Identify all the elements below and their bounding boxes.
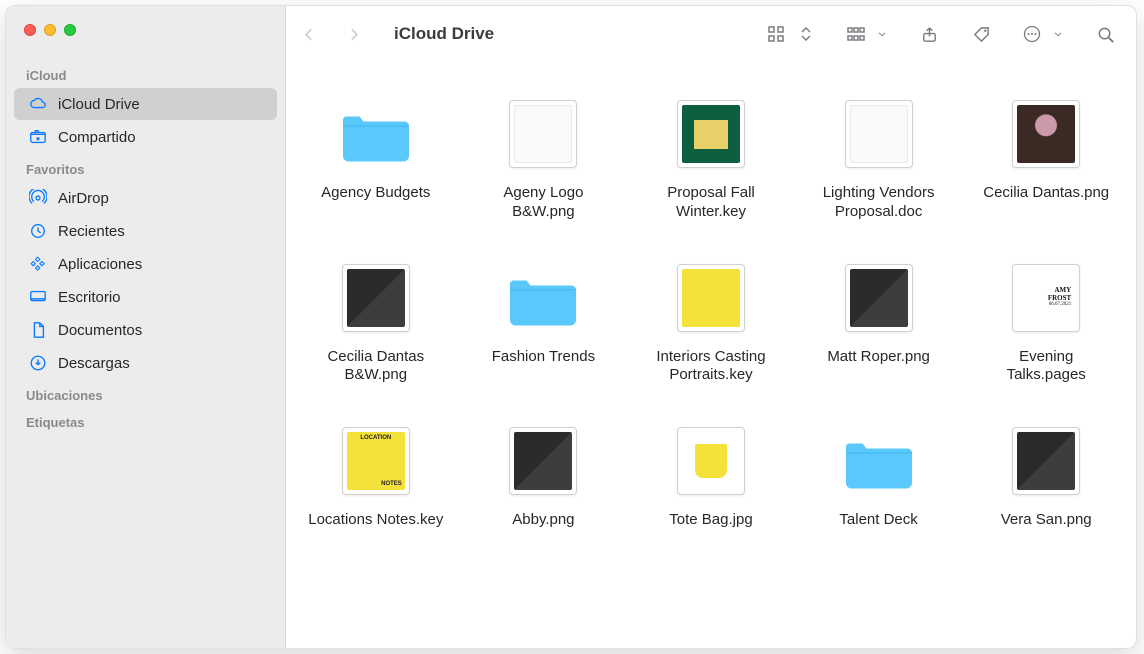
file-item[interactable]: Vera San.png xyxy=(978,419,1114,530)
file-item[interactable]: Lighting Vendors Proposal.doc xyxy=(811,92,947,222)
file-name: Vera San.png xyxy=(1001,511,1092,530)
sidebar-item-label: Descargas xyxy=(58,355,130,372)
documents-icon xyxy=(28,320,48,340)
file-item[interactable]: Abby.png xyxy=(476,419,612,530)
file-name: Proposal Fall Winter.key xyxy=(643,184,779,222)
sidebar-item-aplicaciones[interactable]: Aplicaciones xyxy=(14,248,277,280)
file-name: Fashion Trends xyxy=(492,348,595,367)
file-name: Matt Roper.png xyxy=(827,348,930,367)
folder-icon xyxy=(501,256,585,340)
file-thumbnail xyxy=(837,256,921,340)
downloads-icon xyxy=(28,353,48,373)
file-thumbnail xyxy=(669,256,753,340)
file-thumbnail xyxy=(1004,419,1088,503)
sidebar-item-documentos[interactable]: Documentos xyxy=(14,314,277,346)
file-thumbnail xyxy=(1004,92,1088,176)
file-item[interactable]: LOCATIONNOTES Locations Notes.key xyxy=(308,419,444,530)
updown-icon xyxy=(796,24,816,44)
file-item[interactable]: AMYFROST06.07.2021 Evening Talks.pages xyxy=(978,256,1114,386)
chevron-down-icon xyxy=(876,24,888,44)
sidebar-heading: Etiquetas xyxy=(6,407,285,434)
more-actions-button[interactable] xyxy=(1022,24,1064,44)
chevron-down-icon xyxy=(1052,24,1064,44)
file-item[interactable]: Ageny Logo B&W.png xyxy=(476,92,612,222)
shared-folder-icon xyxy=(28,127,48,147)
search-button[interactable] xyxy=(1094,23,1116,45)
finder-window: iCloud iCloud Drive Compartido Favoritos Air… xyxy=(5,5,1137,649)
group-by-button[interactable] xyxy=(846,24,888,44)
sidebar-item-compartido[interactable]: Compartido xyxy=(14,121,277,153)
file-grid-scroll[interactable]: Agency Budgets Ageny Logo B&W.png Proposal… xyxy=(286,62,1136,648)
desktop-icon xyxy=(28,287,48,307)
file-item[interactable]: Cecilia Dantas B&W.png xyxy=(308,256,444,386)
group-view-icon xyxy=(846,24,866,44)
file-name: Cecilia Dantas B&W.png xyxy=(308,348,444,386)
file-thumbnail xyxy=(837,92,921,176)
file-name: Lighting Vendors Proposal.doc xyxy=(811,184,947,222)
sidebar-item-label: AirDrop xyxy=(58,190,109,207)
tags-button[interactable] xyxy=(970,23,992,45)
file-thumbnail xyxy=(669,92,753,176)
sidebar-item-descargas[interactable]: Descargas xyxy=(14,347,277,379)
file-name: Locations Notes.key xyxy=(308,511,443,530)
file-name: Evening Talks.pages xyxy=(978,348,1114,386)
file-item[interactable]: Talent Deck xyxy=(811,419,947,530)
file-thumbnail xyxy=(501,92,585,176)
file-name: Agency Budgets xyxy=(321,184,430,203)
sidebar: iCloud iCloud Drive Compartido Favoritos Air… xyxy=(6,6,286,648)
file-name: Interiors Casting Portraits.key xyxy=(643,348,779,386)
folder-icon xyxy=(837,419,921,503)
file-thumbnail xyxy=(334,256,418,340)
cloud-icon xyxy=(28,94,48,114)
sidebar-item-label: Compartido xyxy=(58,129,136,146)
file-grid: Agency Budgets Ageny Logo B&W.png Proposal… xyxy=(308,92,1114,530)
sidebar-item-icloud-drive[interactable]: iCloud Drive xyxy=(14,88,277,120)
view-mode-switcher[interactable] xyxy=(766,24,816,44)
content-pane: iCloud Drive xyxy=(286,6,1136,648)
page-title: iCloud Drive xyxy=(394,24,494,44)
file-item[interactable]: Agency Budgets xyxy=(308,92,444,222)
file-item[interactable]: Cecilia Dantas.png xyxy=(978,92,1114,222)
file-thumbnail: LOCATIONNOTES xyxy=(334,419,418,503)
sidebar-item-airdrop[interactable]: AirDrop xyxy=(14,182,277,214)
sidebar-item-label: Documentos xyxy=(58,322,142,339)
sidebar-heading: iCloud xyxy=(6,60,285,87)
file-name: Abby.png xyxy=(512,511,574,530)
back-button[interactable] xyxy=(298,23,320,45)
sidebar-item-label: Recientes xyxy=(58,223,125,240)
sidebar-item-recientes[interactable]: Recientes xyxy=(14,215,277,247)
sidebar-item-label: Escritorio xyxy=(58,289,121,306)
file-thumbnail xyxy=(669,419,753,503)
file-name: Cecilia Dantas.png xyxy=(983,184,1109,203)
sidebar-heading: Favoritos xyxy=(6,154,285,181)
window-controls xyxy=(6,10,285,60)
close-window-button[interactable] xyxy=(24,24,36,36)
zoom-window-button[interactable] xyxy=(64,24,76,36)
file-item[interactable]: Matt Roper.png xyxy=(811,256,947,386)
file-item[interactable]: Tote Bag.jpg xyxy=(643,419,779,530)
share-button[interactable] xyxy=(918,23,940,45)
file-item[interactable]: Fashion Trends xyxy=(476,256,612,386)
file-name: Talent Deck xyxy=(839,511,917,530)
minimize-window-button[interactable] xyxy=(44,24,56,36)
file-item[interactable]: Proposal Fall Winter.key xyxy=(643,92,779,222)
sidebar-heading: Ubicaciones xyxy=(6,380,285,407)
apps-icon xyxy=(28,254,48,274)
file-name: Tote Bag.jpg xyxy=(669,511,752,530)
forward-button[interactable] xyxy=(342,23,364,45)
sidebar-item-escritorio[interactable]: Escritorio xyxy=(14,281,277,313)
more-icon xyxy=(1022,24,1042,44)
grid-view-icon xyxy=(766,24,786,44)
clock-icon xyxy=(28,221,48,241)
file-thumbnail xyxy=(501,419,585,503)
sidebar-item-label: iCloud Drive xyxy=(58,96,140,113)
airdrop-icon xyxy=(28,188,48,208)
file-item[interactable]: Interiors Casting Portraits.key xyxy=(643,256,779,386)
sidebar-item-label: Aplicaciones xyxy=(58,256,142,273)
file-name: Ageny Logo B&W.png xyxy=(476,184,612,222)
file-thumbnail: AMYFROST06.07.2021 xyxy=(1004,256,1088,340)
folder-icon xyxy=(334,92,418,176)
toolbar: iCloud Drive xyxy=(286,6,1136,62)
